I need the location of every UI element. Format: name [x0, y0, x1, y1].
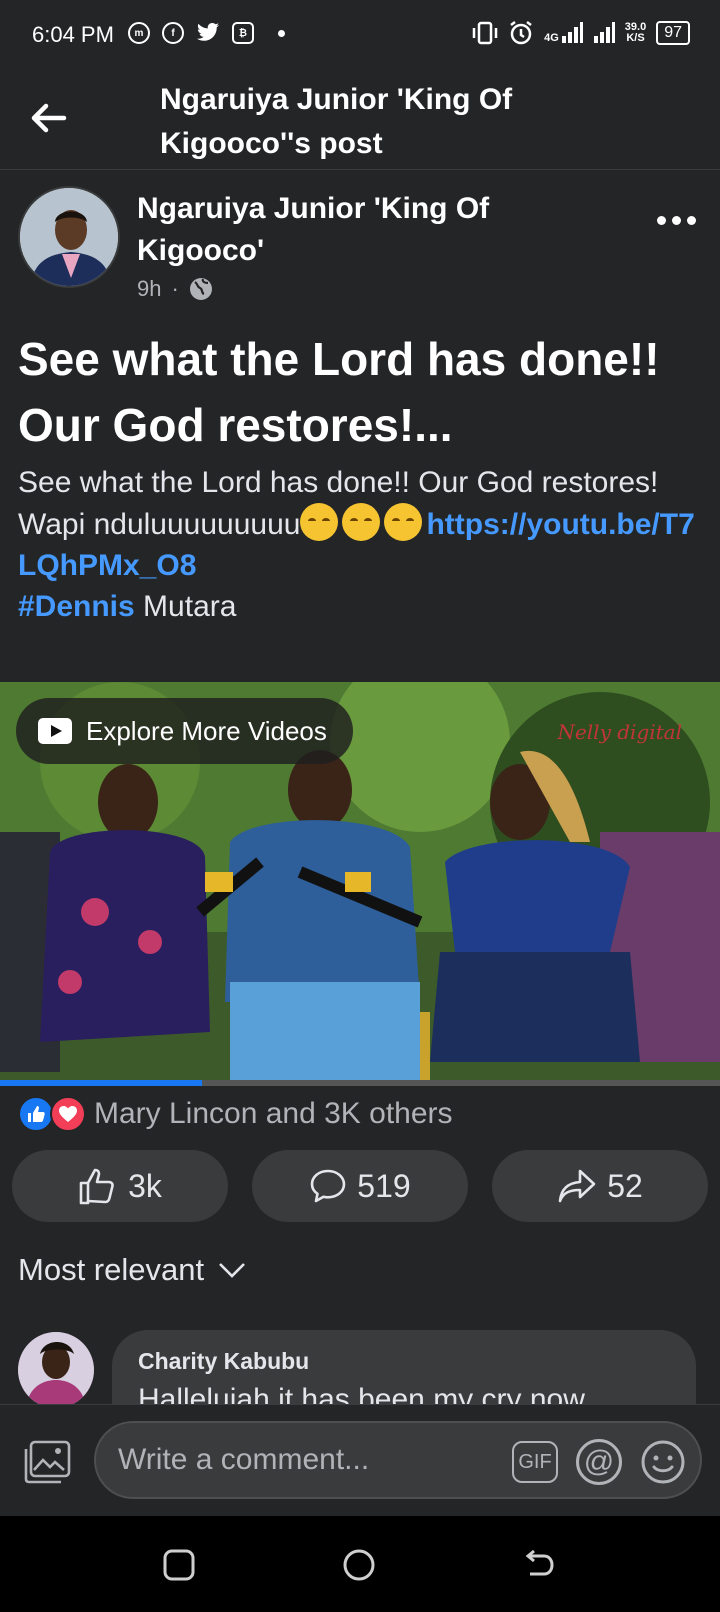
- comment-button[interactable]: 519: [252, 1150, 468, 1222]
- share-button[interactable]: 52: [492, 1150, 708, 1222]
- hashtag-link[interactable]: #Dennis: [18, 590, 135, 623]
- comment-bubble-icon: [310, 1169, 346, 1203]
- recent-apps-icon[interactable]: [162, 1548, 196, 1582]
- relieved-face-emoji-icon: [300, 503, 339, 541]
- messenger-icon: m: [128, 22, 150, 44]
- thumbs-up-icon: [79, 1168, 114, 1205]
- system-nav-bar: [0, 1516, 720, 1612]
- comment-count: 519: [357, 1167, 411, 1204]
- post-body-line-2: Wapi nduluuuuuuuuu https://youtu.be/T7LQh…: [18, 503, 708, 586]
- post-time: 9h: [137, 276, 162, 301]
- status-time: 6:04 PM: [32, 22, 114, 47]
- back-arrow-icon[interactable]: [28, 98, 68, 138]
- video-progress-bar[interactable]: [0, 1080, 720, 1086]
- battery-indicator: 97: [656, 21, 690, 45]
- comment-placeholder: Write a comment...: [118, 1443, 370, 1476]
- comment-input[interactable]: Write a comment... GIF @: [94, 1421, 702, 1499]
- reactions-summary[interactable]: Mary Lincon and 3K others: [18, 1094, 453, 1134]
- twitter-icon: [197, 23, 219, 41]
- sort-label: Most relevant: [18, 1252, 205, 1287]
- like-reaction-icon: [18, 1096, 54, 1132]
- meta-separator: ·: [171, 276, 179, 301]
- signal-icon: [561, 22, 583, 43]
- comment-author[interactable]: Charity Kabubu: [138, 1348, 670, 1375]
- post-body-line: See what the Lord has done!! Our God res…: [18, 466, 659, 499]
- globe-icon: [189, 278, 212, 300]
- explore-label: Explore More Videos: [86, 715, 327, 746]
- share-arrow-icon: [558, 1169, 596, 1203]
- gif-button[interactable]: GIF: [512, 1441, 558, 1483]
- author-name[interactable]: Ngaruiya Junior 'King Of Kigooco': [137, 188, 557, 272]
- system-icons: 4G 39.0 K/S 97: [472, 20, 690, 46]
- explore-more-videos-button[interactable]: Explore More Videos: [16, 698, 353, 764]
- status-bar: 6:04 PM m f ₿ 4G 39.0 K/S 97: [0, 0, 720, 74]
- youtube-icon: [38, 718, 72, 744]
- alarm-icon: [510, 21, 532, 45]
- post-actions: 3k 519 52: [12, 1150, 708, 1222]
- more-options-button[interactable]: [657, 216, 696, 225]
- dot-icon: [657, 216, 666, 225]
- page-title: Ngaruiya Junior 'King Of Kigooco''s post: [160, 83, 513, 160]
- emoji-icon[interactable]: [640, 1439, 686, 1485]
- video-player[interactable]: Explore More Videos Nelly digital: [0, 682, 720, 1086]
- post-header: Ngaruiya Junior 'King Of Kigooco' 9h ·: [0, 180, 720, 310]
- network-type: 4G: [544, 32, 559, 44]
- comment-sort-dropdown[interactable]: Most relevant: [18, 1252, 246, 1288]
- signal-icon-2: [593, 22, 615, 43]
- commenter-avatar[interactable]: [18, 1332, 94, 1408]
- mention-button[interactable]: @: [576, 1439, 622, 1485]
- photo-icon[interactable]: [22, 1439, 72, 1485]
- video-watermark: Nelly digital: [557, 720, 682, 744]
- more-notifications-dot: [278, 29, 285, 37]
- dot-icon: [687, 216, 696, 225]
- post-body: See what the Lord has done!! Our God res…: [18, 462, 708, 627]
- love-reaction-icon: [50, 1096, 86, 1132]
- author-avatar[interactable]: [18, 186, 120, 288]
- relieved-face-emoji-icon: [342, 503, 381, 541]
- video-progress-fill: [0, 1080, 202, 1086]
- like-count: 3k: [128, 1167, 162, 1204]
- post-meta: 9h ·: [137, 276, 213, 302]
- facebook-icon: f: [162, 22, 184, 44]
- back-icon[interactable]: [522, 1548, 556, 1582]
- notification-icons: m f ₿: [128, 22, 285, 44]
- home-icon[interactable]: [342, 1548, 376, 1582]
- post-headline: See what the Lord has done!! Our God res…: [18, 333, 660, 451]
- reactions-text: Mary Lincon and 3K others: [94, 1097, 453, 1130]
- comment-composer: Write a comment... GIF @: [0, 1404, 720, 1516]
- vibrate-icon: [472, 21, 498, 45]
- share-count: 52: [607, 1167, 643, 1204]
- like-button[interactable]: 3k: [12, 1150, 228, 1222]
- chevron-down-icon: [219, 1263, 245, 1278]
- post-hashtag-line: #Dennis Mutara: [18, 590, 237, 623]
- dot-icon: [672, 216, 681, 225]
- relieved-face-emoji-icon: [384, 503, 423, 541]
- app-header: Ngaruiya Junior 'King Of Kigooco''s post: [0, 74, 720, 170]
- bitcoin-icon: ₿: [232, 22, 254, 44]
- network-speed: 39.0 K/S: [624, 21, 647, 44]
